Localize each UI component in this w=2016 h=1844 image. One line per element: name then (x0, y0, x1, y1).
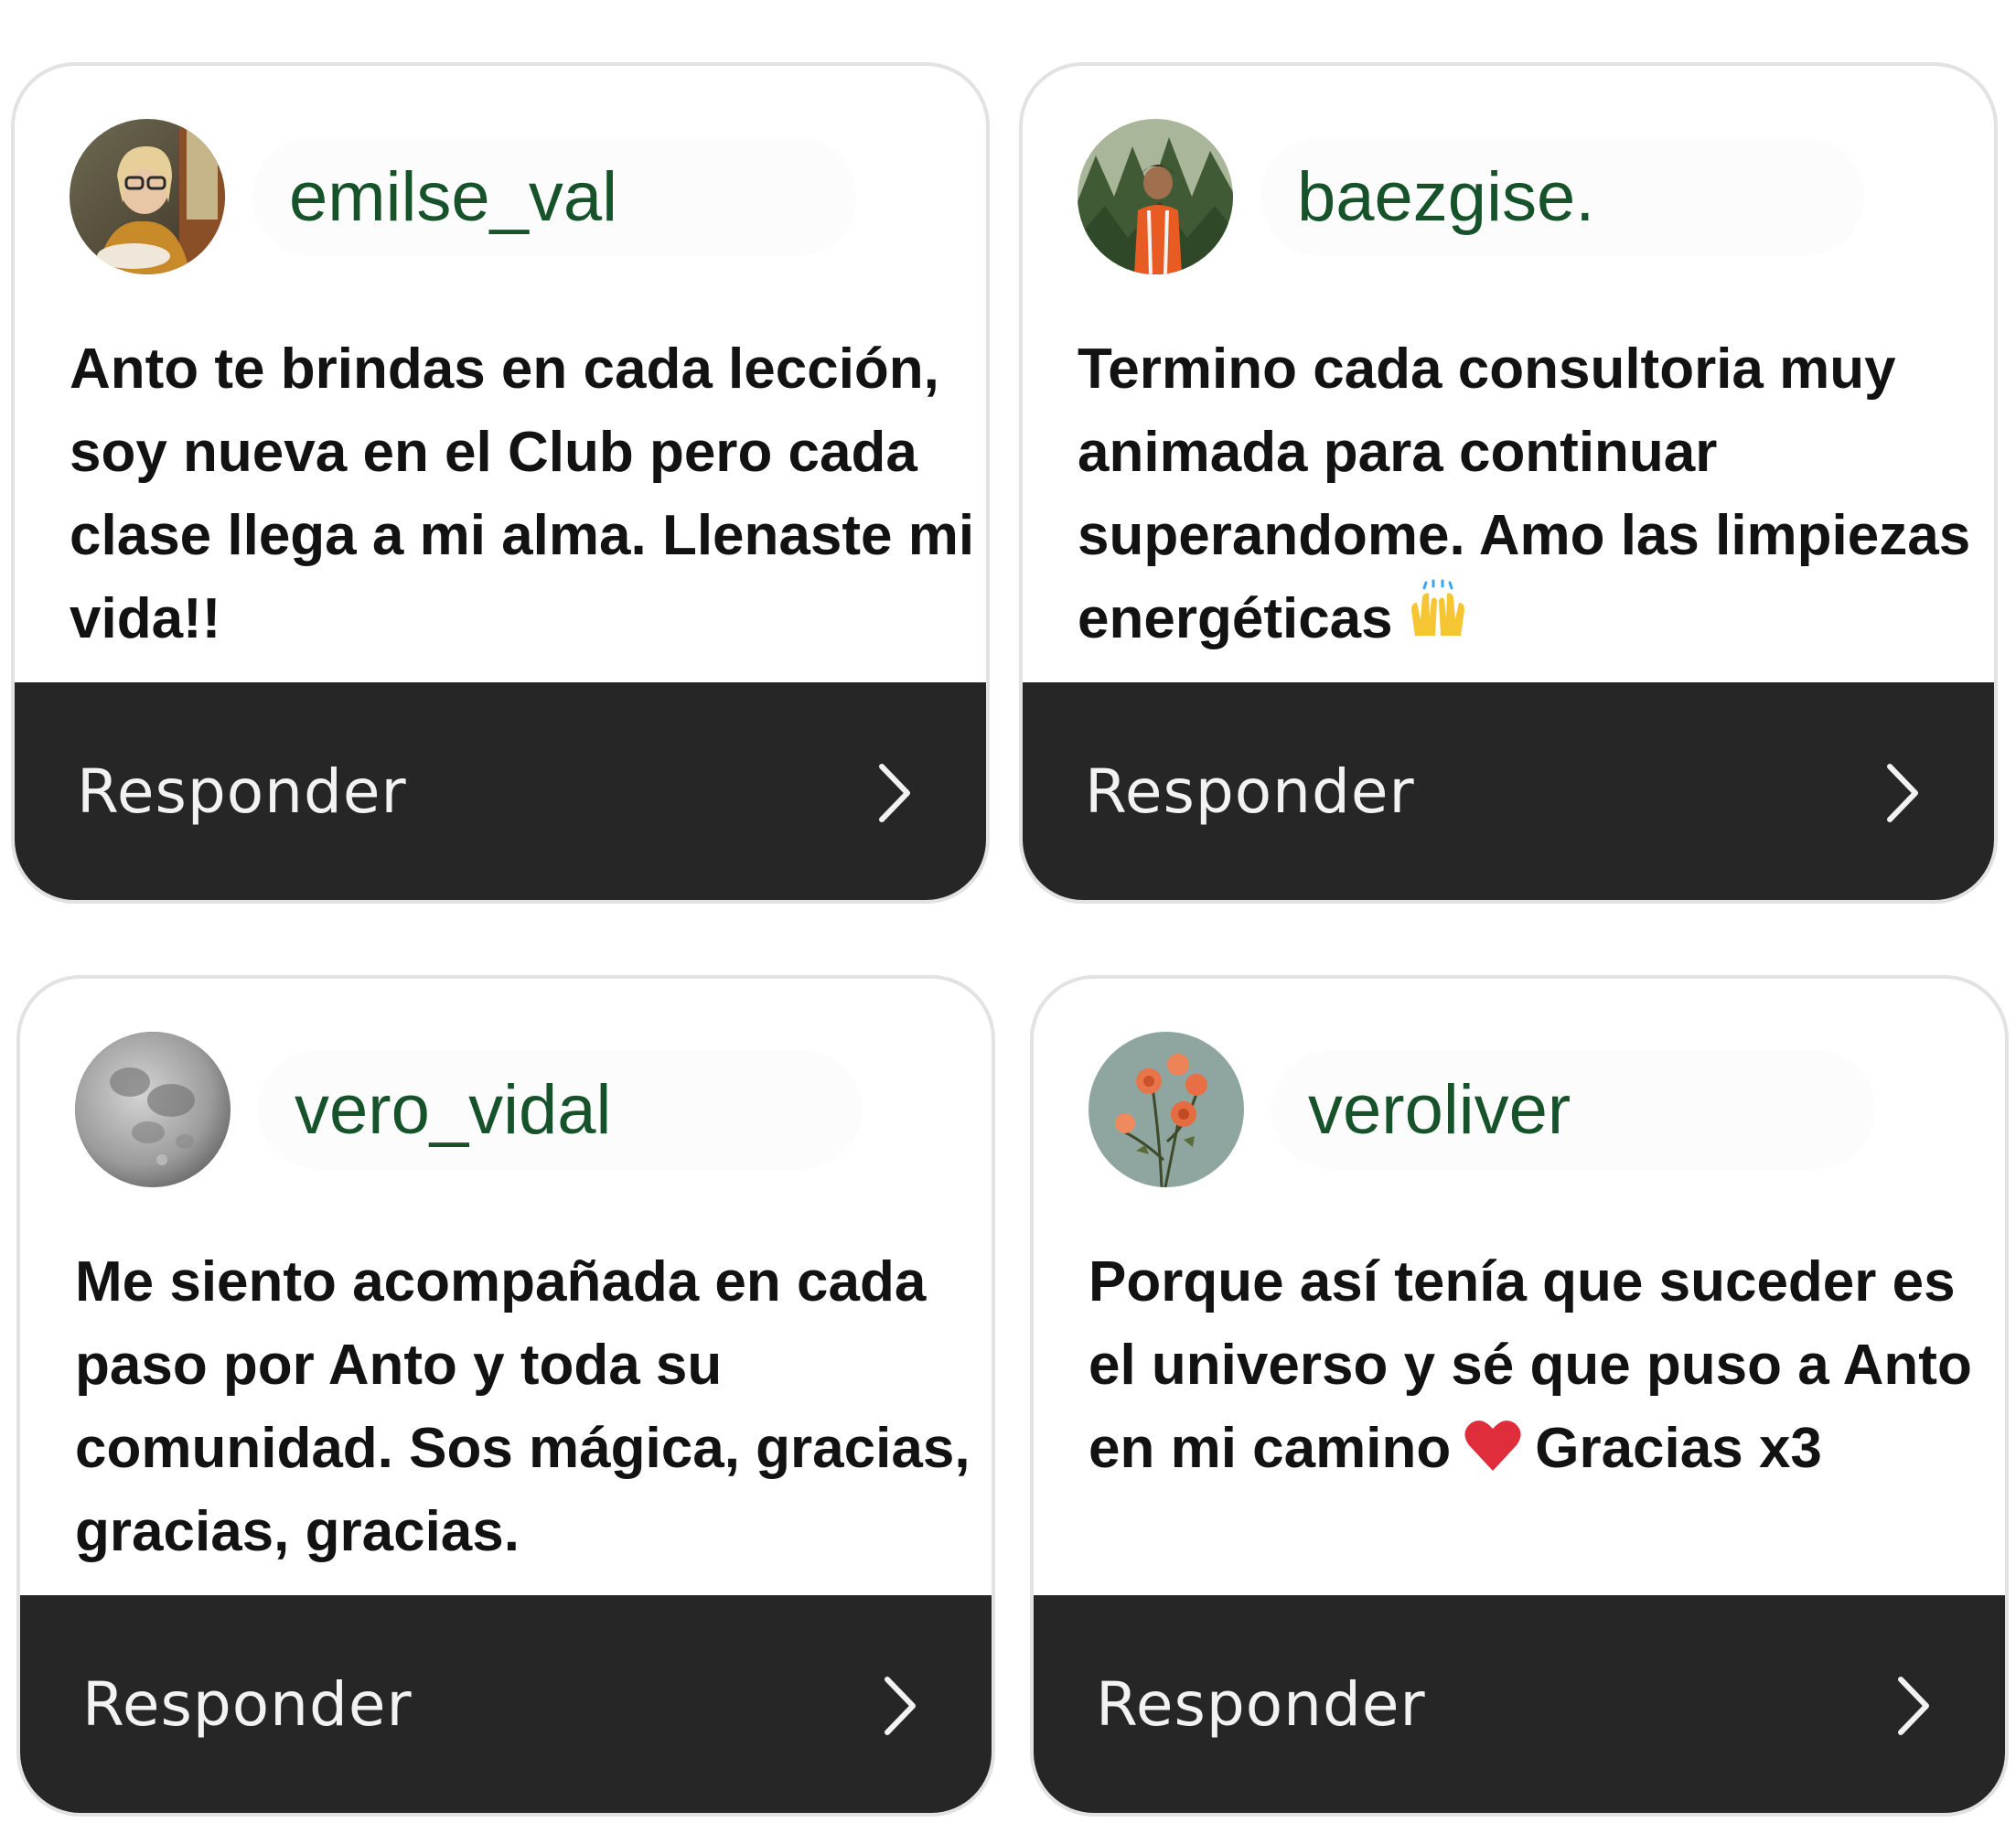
reply-label: Responder (1096, 1668, 1426, 1740)
testimonial-card: baezgise. Termino cada consultoria muy a… (1019, 62, 1998, 904)
message-text: Porque así tenía que suceder es el unive… (1088, 1240, 1994, 1496)
message-text: Me siento acompañada en cada paso por An… (75, 1240, 981, 1573)
username-pill[interactable]: veroliver (1271, 1050, 1875, 1169)
avatar[interactable] (70, 119, 225, 274)
chevron-right-icon (1887, 764, 1918, 822)
reply-button[interactable]: Responder (1034, 1595, 2005, 1813)
chevron-right-icon (1898, 1677, 1929, 1735)
avatar[interactable] (1078, 119, 1233, 274)
message-body: Me siento acompañada en cada paso por An… (75, 1250, 970, 1563)
testimonial-card: vero_vidal Me siento acompañada en cada … (16, 975, 995, 1817)
testimonial-card: veroliver Porque así tenía que suceder e… (1030, 975, 2009, 1817)
avatar[interactable] (1088, 1032, 1244, 1187)
message-text: Termino cada consultoria muy animada par… (1078, 327, 1983, 666)
message-body: Porque así tenía que suceder es el unive… (1088, 1250, 1972, 1480)
message-body: Termino cada consultoria muy animada par… (1078, 338, 1971, 650)
username[interactable]: emilse_val (289, 157, 617, 237)
username[interactable]: baezgise. (1297, 157, 1594, 237)
username-pill[interactable]: baezgise. (1260, 137, 1864, 256)
reply-label: Responder (82, 1668, 413, 1740)
message-body: Anto te brindas en cada lección, soy nue… (70, 338, 975, 650)
reply-label: Responder (77, 756, 407, 827)
username[interactable]: veroliver (1308, 1070, 1571, 1150)
reply-label: Responder (1085, 756, 1415, 827)
reply-button[interactable]: Responder (15, 682, 986, 900)
reply-button[interactable]: Responder (1023, 682, 1994, 900)
message-body-end: Gracias x3 (1535, 1417, 1822, 1480)
username-pill[interactable]: emilse_val (252, 137, 856, 256)
avatar[interactable] (75, 1032, 231, 1187)
message-text: Anto te brindas en cada lección, soy nue… (70, 327, 975, 660)
chevron-right-icon (885, 1677, 916, 1735)
chevron-right-icon (879, 764, 910, 822)
username-pill[interactable]: vero_vidal (258, 1050, 862, 1169)
raising-hands-icon (1406, 579, 1470, 666)
username[interactable]: vero_vidal (295, 1070, 611, 1150)
red-heart-icon (1464, 1412, 1522, 1496)
reply-button[interactable]: Responder (20, 1595, 992, 1813)
testimonial-card: emilse_val Anto te brindas en cada lecci… (11, 62, 990, 904)
